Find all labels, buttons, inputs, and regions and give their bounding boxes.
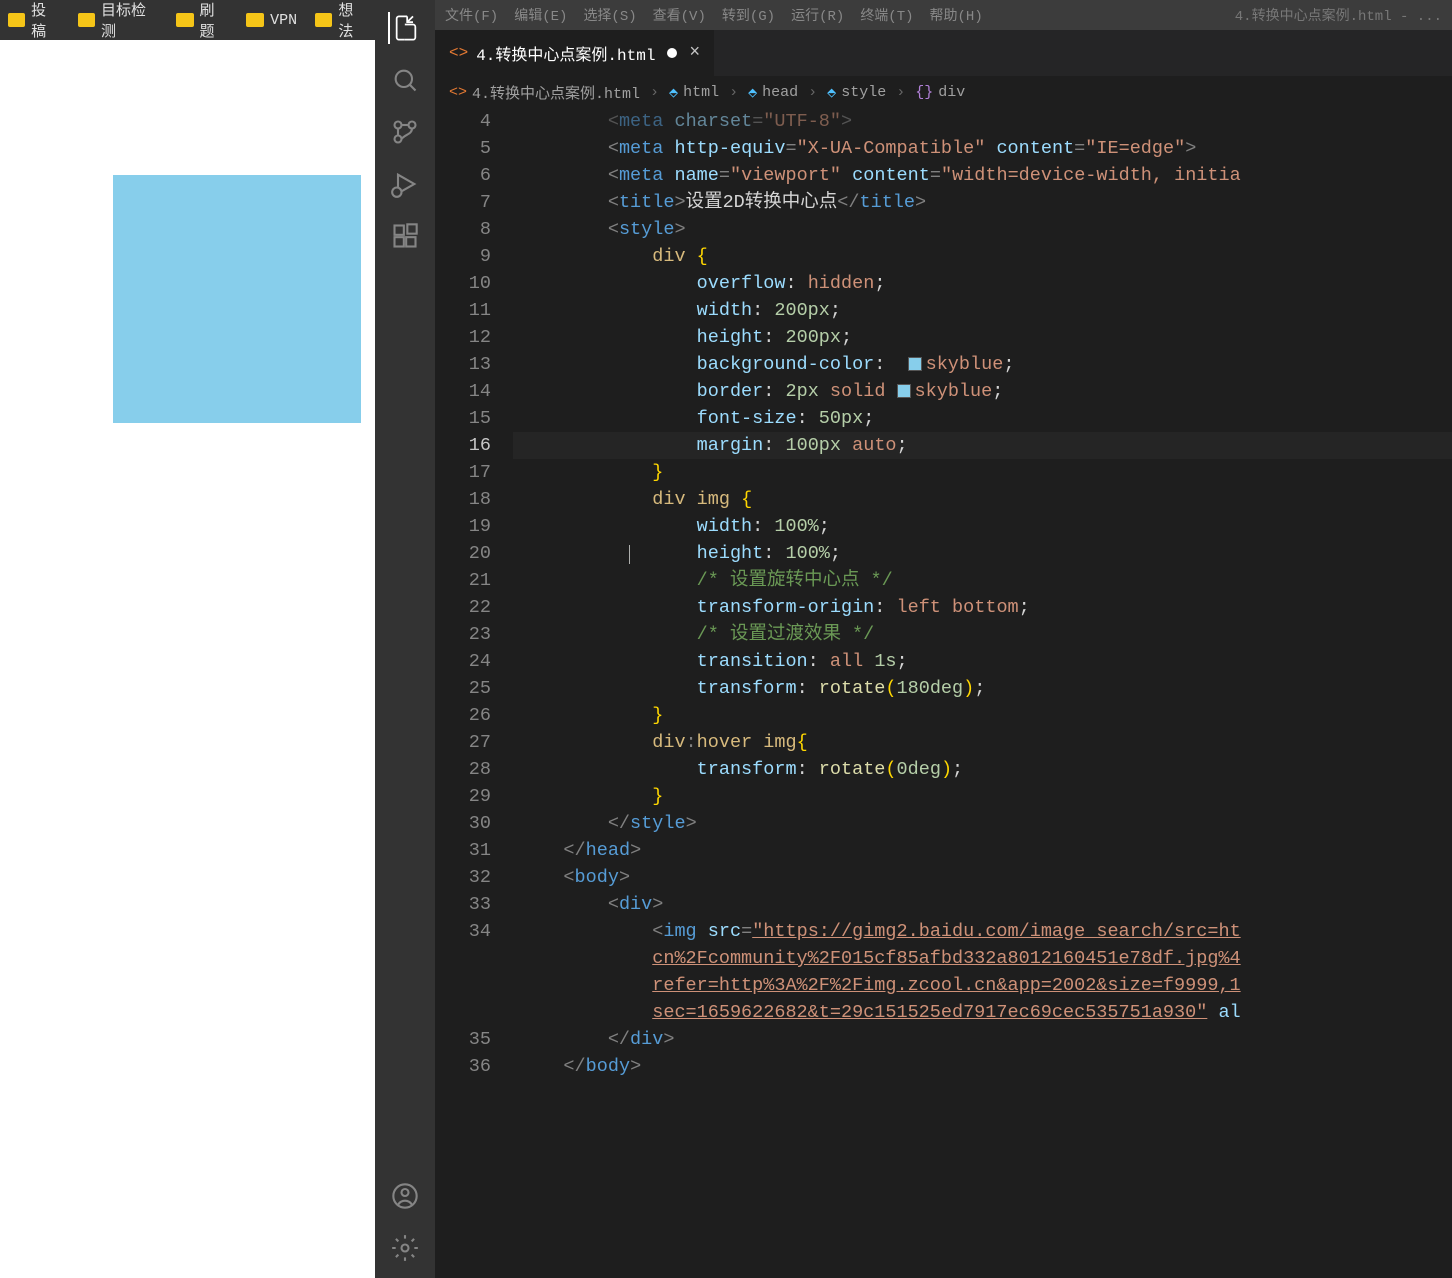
breadcrumbs: <>4.转换中心点案例.html › ⬘html › ⬘head › ⬘styl… <box>435 76 1452 108</box>
folder-icon <box>315 13 332 27</box>
bookmark-label: 刷题 <box>200 0 229 41</box>
page-preview <box>0 40 375 1278</box>
chevron-right-icon: › <box>729 84 738 101</box>
bookmark-item[interactable]: 想法 <box>315 0 367 41</box>
breadcrumb-item[interactable]: ⬘style <box>827 83 886 102</box>
tab-label: 4.转换中心点案例.html <box>476 41 655 65</box>
folder-icon <box>8 13 25 27</box>
chevron-right-icon: › <box>808 84 817 101</box>
breadcrumb-item[interactable]: ⬘html <box>669 83 719 102</box>
bookmark-label: 目标检测 <box>101 0 158 41</box>
menu-bar: 文件(F) 编辑(E) 选择(S) 查看(V) 转到(G) 运行(R) 终端(T… <box>435 0 1452 30</box>
bookmark-label: 想法 <box>338 0 367 41</box>
extensions-icon[interactable] <box>389 220 421 252</box>
html-file-icon: <> <box>449 84 467 101</box>
element-icon: ⬘ <box>748 83 757 102</box>
menu-file[interactable]: 文件(F) <box>445 5 498 25</box>
source-control-icon[interactable] <box>389 116 421 148</box>
menu-edit[interactable]: 编辑(E) <box>514 5 567 25</box>
chevron-right-icon: › <box>650 84 659 101</box>
menu-terminal[interactable]: 终端(T) <box>860 5 913 25</box>
breadcrumb-item[interactable]: {}div <box>915 84 965 101</box>
bookmark-item[interactable]: 投稿 <box>8 0 60 41</box>
chevron-right-icon: › <box>896 84 905 101</box>
html-file-icon: <> <box>449 44 468 62</box>
preview-div-box <box>113 175 361 423</box>
element-icon: ⬘ <box>669 83 678 102</box>
tab-bar: <> 4.转换中心点案例.html × <box>435 30 1452 76</box>
code-content[interactable]: <meta charset="UTF-8"> <meta http-equiv=… <box>513 108 1452 1278</box>
vscode-window: 文件(F) 编辑(E) 选择(S) 查看(V) 转到(G) 运行(R) 终端(T… <box>375 0 1452 1278</box>
bookmark-item[interactable]: 刷题 <box>176 0 228 41</box>
bookmark-item[interactable]: 目标检测 <box>78 0 159 41</box>
menu-run[interactable]: 运行(R) <box>791 5 844 25</box>
activity-bar <box>375 0 435 1278</box>
run-debug-icon[interactable] <box>389 168 421 200</box>
breadcrumb-item[interactable]: <>4.转换中心点案例.html <box>449 82 640 103</box>
css-rule-icon: {} <box>915 84 933 101</box>
search-icon[interactable] <box>389 64 421 96</box>
element-icon: ⬘ <box>827 83 836 102</box>
menu-view[interactable]: 查看(V) <box>653 5 706 25</box>
folder-icon <box>246 13 264 27</box>
bookmark-label: 投稿 <box>31 0 60 41</box>
folder-icon <box>176 13 193 27</box>
settings-gear-icon[interactable] <box>389 1232 421 1264</box>
browser-preview-panel: 投稿 目标检测 刷题 VPN 想法 <box>0 0 375 1278</box>
close-icon[interactable]: × <box>689 43 700 63</box>
accounts-icon[interactable] <box>389 1180 421 1212</box>
bookmark-label: VPN <box>270 12 297 29</box>
modified-indicator-icon <box>667 48 677 58</box>
explorer-icon[interactable] <box>388 12 420 44</box>
menu-select[interactable]: 选择(S) <box>583 5 636 25</box>
menu-goto[interactable]: 转到(G) <box>722 5 775 25</box>
folder-icon <box>78 13 95 27</box>
bookmark-item[interactable]: VPN <box>246 12 297 29</box>
window-title: 4.转换中心点案例.html - ... <box>1235 5 1442 25</box>
code-editor[interactable]: 4567891011121314151617181920212223242526… <box>435 108 1452 1278</box>
editor-tab[interactable]: <> 4.转换中心点案例.html × <box>435 30 715 76</box>
line-number-gutter: 4567891011121314151617181920212223242526… <box>435 108 513 1278</box>
editor-area: 文件(F) 编辑(E) 选择(S) 查看(V) 转到(G) 运行(R) 终端(T… <box>435 0 1452 1278</box>
bookmarks-bar: 投稿 目标检测 刷题 VPN 想法 <box>0 0 375 40</box>
menu-help[interactable]: 帮助(H) <box>930 5 983 25</box>
breadcrumb-item[interactable]: ⬘head <box>748 83 798 102</box>
